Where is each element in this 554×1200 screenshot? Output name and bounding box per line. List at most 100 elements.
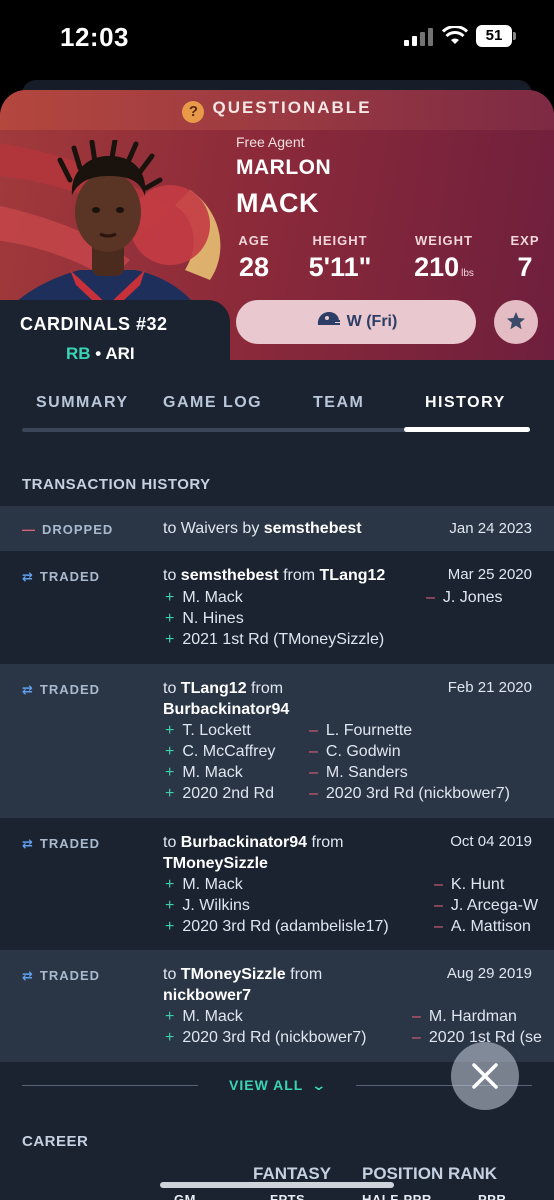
- gained-item: + M. Mack: [165, 876, 243, 893]
- player-first-name: MARLON: [236, 156, 332, 179]
- team-owner-link[interactable]: TMoneySizzle: [181, 966, 286, 983]
- stat-label: AGE: [238, 233, 270, 248]
- wifi-icon: [442, 26, 468, 44]
- status-time: 12:03: [60, 22, 129, 52]
- lost-item: –2020 3rd Rd (nickbower7): [309, 785, 510, 802]
- position-team: RB • ARI: [66, 344, 135, 364]
- lost-item: – M. Sanders: [309, 764, 408, 781]
- transaction-history-title: TRANSACTION HISTORY: [22, 476, 211, 493]
- gained-item: + M. Mack: [165, 1008, 243, 1025]
- lost-item: – M. Hardman: [412, 1008, 517, 1025]
- transaction-type: ⇄ TRADED: [22, 836, 101, 851]
- stat-age: AGE 28: [236, 233, 272, 283]
- close-button[interactable]: [451, 1042, 519, 1110]
- column-group-header: POSITION RANK: [362, 1164, 498, 1183]
- gained-item: +2021 1st Rd (TMoneySizzle): [165, 631, 385, 648]
- status-bar: 12:03 51: [0, 0, 554, 80]
- team-owner-link[interactable]: nickbower7: [163, 987, 251, 1004]
- stat-value: 28: [238, 252, 270, 282]
- stat-exp: EXP 7: [508, 233, 542, 283]
- gained-item: +2020 2nd Rd: [165, 785, 274, 802]
- gained-item: + N. Hines: [165, 610, 244, 627]
- stat-value: 210 lbs: [414, 252, 474, 282]
- tab-team[interactable]: TEAM: [313, 394, 364, 412]
- swap-icon: ⇄: [22, 569, 34, 584]
- player-card-sheet: ? QUESTIONABLE CARDINALS #32 RB • ARI Fr…: [0, 90, 554, 1200]
- transaction-date: Aug 29 2019: [446, 965, 532, 982]
- player-last-name: MACK: [236, 188, 319, 218]
- team-and-number: CARDINALS #32: [20, 314, 168, 334]
- stat-height: HEIGHT 5'11": [307, 233, 373, 283]
- chevron-down-icon: ⌄: [311, 1077, 329, 1093]
- transaction-desc: to semsthebest from TLang12: [163, 567, 386, 584]
- gained-item: + C. McCaffrey: [165, 743, 276, 760]
- position-label: RB: [66, 344, 91, 363]
- gained-item: + J. Wilkins: [165, 897, 250, 914]
- transaction-type: ⇄ TRADED: [22, 569, 101, 584]
- gained-item: + T. Lockett: [165, 722, 251, 739]
- tab-summary[interactable]: SUMMARY: [36, 394, 129, 412]
- swap-icon: ⇄: [22, 968, 34, 983]
- stat-label: EXP: [510, 233, 540, 248]
- gained-item: +2020 3rd Rd (adambelisle17): [165, 918, 389, 935]
- transaction-row[interactable]: — DROPPED to Waivers by semsthebest Jan 2…: [0, 506, 554, 551]
- matchup-label: W (Fri): [346, 313, 398, 330]
- lost-item: – C. Godwin: [309, 743, 401, 760]
- team-abbrev: • ARI: [95, 344, 135, 363]
- team-owner-link[interactable]: TLang12: [181, 680, 247, 697]
- battery-icon: 51: [476, 25, 516, 47]
- lost-item: – J. Arcega-W: [434, 897, 539, 914]
- view-all-button[interactable]: VIEW ALL ⌄: [229, 1077, 329, 1094]
- team-owner-link[interactable]: TLang12: [320, 567, 386, 584]
- column-header[interactable]: HALF-PPR: [362, 1192, 432, 1200]
- team-owner-link[interactable]: TMoneySizzle: [163, 855, 268, 872]
- gained-item: + M. Mack: [165, 589, 243, 606]
- swap-icon: ⇄: [22, 682, 34, 697]
- helmet-icon: [317, 312, 340, 325]
- lost-item: – A. Mattison: [434, 918, 531, 935]
- tab-active-indicator: [404, 427, 530, 432]
- team-owner-link[interactable]: Burbackinator94: [181, 834, 307, 851]
- player-hero: ? QUESTIONABLE CARDINALS #32 RB • ARI Fr…: [0, 90, 554, 380]
- team-owner-link[interactable]: semsthebest: [264, 520, 362, 537]
- stat-value: 7: [517, 252, 533, 282]
- team-owner-link[interactable]: Burbackinator94: [163, 701, 289, 718]
- career-title: CAREER: [22, 1133, 89, 1150]
- transaction-row[interactable]: ⇄ TRADED to Burbackinator94 from TMoneySiz…: [0, 818, 554, 950]
- column-header[interactable]: FPTS: [270, 1192, 305, 1200]
- stat-unit: lbs: [461, 268, 474, 279]
- swap-icon: ⇄: [22, 836, 34, 851]
- transaction-date: Feb 21 2020: [447, 679, 532, 696]
- close-icon: [472, 1063, 498, 1089]
- battery-level: 51: [476, 25, 512, 47]
- injury-status-badge[interactable]: ? QUESTIONABLE: [0, 98, 554, 123]
- column-header[interactable]: GM: [174, 1192, 196, 1200]
- transaction-date: Oct 04 2019: [450, 833, 532, 850]
- transaction-desc: to TMoneySizzle from nickbower7: [163, 966, 323, 1004]
- stat-label: WEIGHT: [415, 233, 473, 248]
- transaction-date: Mar 25 2020: [447, 566, 532, 583]
- cellular-signal-icon: [404, 28, 434, 46]
- team-info-box: [0, 300, 230, 380]
- gained-item: +2020 3rd Rd (nickbower7): [165, 1029, 367, 1046]
- lost-item: – J. Jones: [426, 589, 503, 606]
- question-icon: ?: [182, 101, 205, 123]
- team-owner-link[interactable]: semsthebest: [181, 567, 279, 584]
- column-header[interactable]: PPR: [478, 1192, 506, 1200]
- matchup-button[interactable]: W (Fri): [236, 300, 476, 344]
- transaction-row[interactable]: ⇄ TRADED to TLang12 from Burbackinator94 F…: [0, 664, 554, 818]
- minus-icon: —: [22, 522, 36, 537]
- transaction-date: Jan 24 2023: [449, 520, 532, 537]
- transaction-desc: to TLang12 from Burbackinator94: [163, 680, 290, 718]
- home-indicator[interactable]: [160, 1182, 394, 1188]
- favorite-button[interactable]: [494, 300, 538, 344]
- stat-label: HEIGHT: [312, 233, 368, 248]
- column-group-header: FANTASY: [253, 1164, 332, 1183]
- tab-history[interactable]: HISTORY: [425, 394, 506, 412]
- tab-game-log[interactable]: GAME LOG: [163, 394, 262, 412]
- lost-item: – L. Fournette: [309, 722, 413, 739]
- divider: [22, 1085, 198, 1086]
- star-icon: [507, 312, 525, 330]
- transaction-row[interactable]: ⇄ TRADED to semsthebest from TLang12 Mar …: [0, 551, 554, 664]
- lost-item: – K. Hunt: [434, 876, 505, 893]
